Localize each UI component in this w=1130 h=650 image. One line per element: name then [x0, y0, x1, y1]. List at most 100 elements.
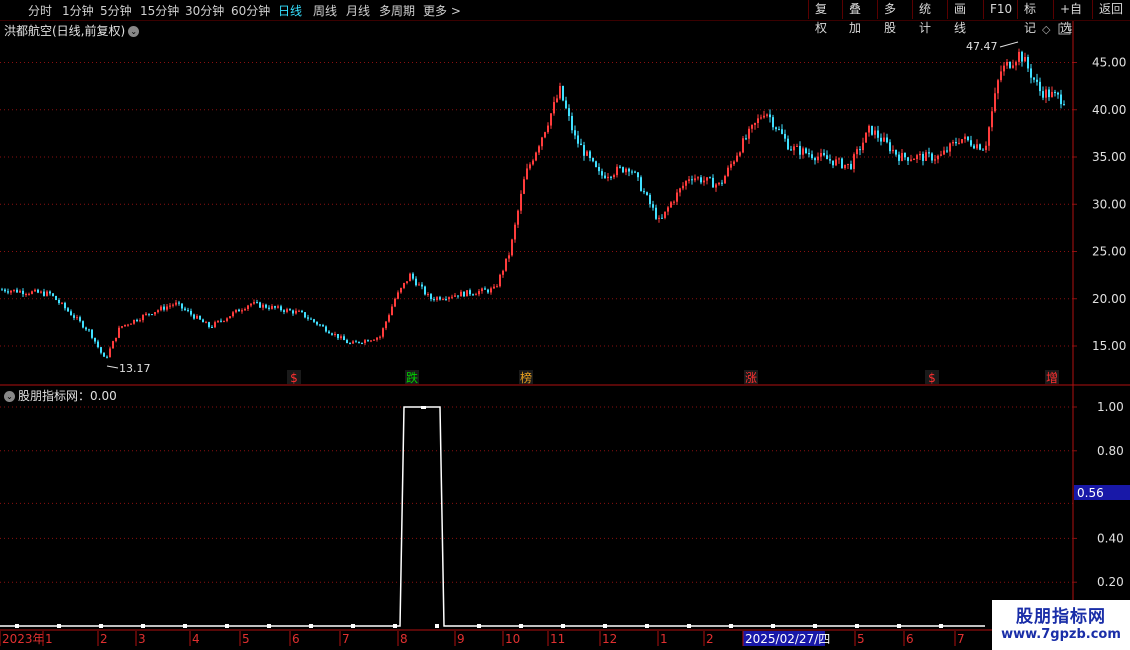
candle-body	[121, 326, 123, 328]
candle-body	[697, 177, 699, 179]
candle-body	[1012, 65, 1014, 68]
candle-body	[961, 139, 963, 143]
candle-body	[283, 310, 285, 312]
candle-body	[784, 133, 786, 139]
candle-body	[685, 180, 687, 186]
candle-body	[562, 85, 564, 101]
candle-body	[799, 145, 801, 155]
candle-body	[148, 313, 150, 315]
candle-body	[820, 153, 822, 157]
candle-body	[139, 320, 141, 322]
candle-body	[145, 313, 147, 316]
candle-body	[457, 295, 459, 297]
candle-body	[553, 102, 555, 114]
indicator-dot	[267, 624, 271, 628]
candle-body	[55, 295, 57, 300]
candle-body	[616, 166, 618, 176]
candle-body	[295, 310, 297, 314]
candle-body	[505, 258, 507, 271]
time-axis-label: 6	[292, 632, 300, 646]
candle-body	[439, 297, 441, 300]
indicator-dot	[603, 624, 607, 628]
candle-body	[766, 114, 768, 116]
candle-body	[328, 331, 330, 334]
time-axis-label: 2023年	[2, 632, 45, 646]
candle-body	[418, 284, 420, 286]
candle-body	[268, 307, 270, 309]
candle-body	[181, 303, 183, 309]
candle-body	[700, 177, 702, 183]
candle-body	[970, 140, 972, 146]
candle-body	[694, 178, 696, 181]
candle-body	[25, 293, 27, 295]
candle-body	[265, 304, 267, 308]
candle-body	[892, 149, 894, 152]
candle-body	[1, 289, 3, 291]
candle-body	[625, 168, 627, 173]
candle-body	[994, 93, 996, 112]
candle-body	[349, 343, 351, 345]
candle-body	[583, 145, 585, 156]
candle-body	[1021, 51, 1023, 62]
candle-body	[835, 159, 837, 166]
indicator-dot	[813, 624, 817, 628]
candle-body	[739, 152, 741, 156]
indicator-dot	[897, 624, 901, 628]
candle-body	[160, 306, 162, 311]
marker-label: $	[290, 371, 298, 385]
candle-body	[445, 299, 447, 301]
panel-toggle-icon[interactable]	[1058, 23, 1071, 35]
time-axis-label: 7	[342, 632, 350, 646]
candle-body	[643, 191, 645, 193]
candle-body	[103, 352, 105, 357]
candle-body	[988, 127, 990, 146]
candle-body	[859, 149, 861, 151]
candle-body	[481, 288, 483, 292]
candle-body	[109, 348, 111, 358]
candle-body	[661, 217, 663, 219]
candle-body	[310, 318, 312, 320]
candle-body	[895, 149, 897, 155]
candle-body	[772, 117, 774, 128]
candle-body	[589, 151, 591, 158]
candle-body	[790, 149, 792, 151]
diamond-icon[interactable]: ◇	[1042, 23, 1051, 36]
candle-body	[670, 202, 672, 208]
candle-body	[301, 310, 303, 313]
indicator-dot	[645, 624, 649, 628]
indicator-dot	[183, 624, 187, 628]
candle-body	[475, 294, 477, 296]
candle-body	[463, 291, 465, 297]
candle-body	[1009, 61, 1011, 68]
candle-body	[832, 160, 834, 166]
candle-body	[718, 182, 720, 185]
candle-body	[487, 289, 489, 293]
indicator-dot	[435, 624, 439, 628]
candle-body	[274, 306, 276, 308]
candle-body	[550, 113, 552, 126]
candle-body	[802, 148, 804, 155]
candle-body	[460, 291, 462, 297]
candle-body	[736, 155, 738, 162]
candle-body	[805, 148, 807, 154]
candle-body	[289, 309, 291, 311]
candle-body	[601, 171, 603, 176]
indicator-dot	[729, 624, 733, 628]
time-axis-label: 7	[957, 632, 965, 646]
candle-body	[163, 306, 165, 310]
high-pointer	[999, 41, 1019, 48]
candle-body	[157, 310, 159, 313]
candle-body	[79, 317, 81, 322]
candle-body	[883, 137, 885, 142]
candle-body	[415, 278, 417, 286]
candle-body	[334, 333, 336, 335]
candle-body	[22, 290, 24, 295]
candle-body	[559, 85, 561, 99]
candle-body	[433, 299, 435, 301]
candle-body	[454, 295, 456, 297]
candle-body	[382, 328, 384, 337]
candle-body	[91, 329, 93, 338]
candle-body	[979, 144, 981, 150]
candle-body	[850, 163, 852, 169]
candle-body	[427, 294, 429, 296]
